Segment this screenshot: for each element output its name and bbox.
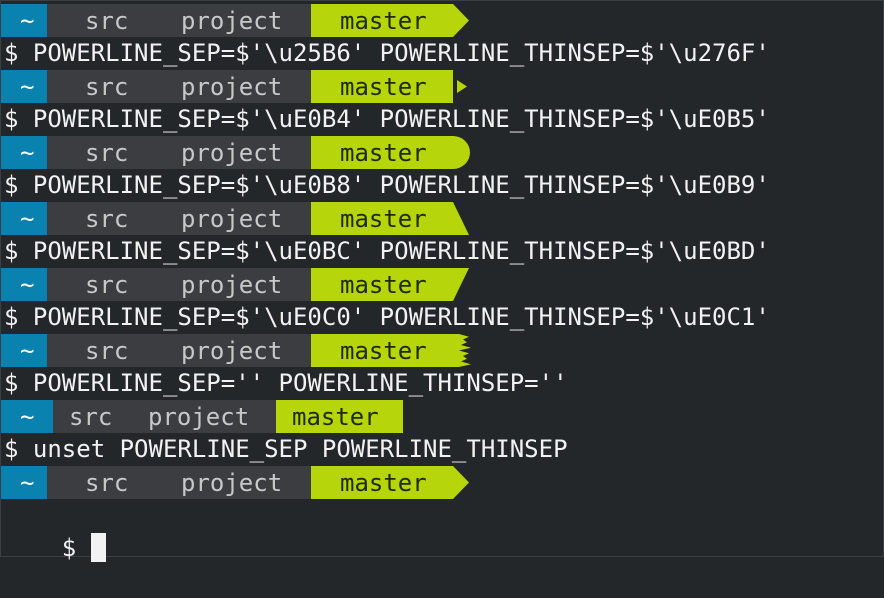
powerline-prompt: ~ src project master	[1, 136, 470, 169]
powerline-prompt: ❯~srcprojectmaster	[1, 70, 467, 103]
path-dir-label: project	[181, 337, 282, 365]
powerline-prompt: ~ src project master	[1, 466, 469, 499]
path-dir-label: project	[181, 205, 282, 233]
command-line: $ POWERLINE_SEP=$'\uE0C0' POWERLINE_THIN…	[4, 303, 770, 331]
text-cursor[interactable]	[90, 532, 106, 562]
path-dir-label: project	[148, 403, 249, 431]
powerline-prompt: ~ src project master	[1, 4, 469, 37]
terminal-window[interactable]: ~ src project master $ POWERLINE_SEP=$'\u25…	[0, 0, 884, 562]
path-dir-label: src	[85, 271, 128, 299]
branch-segment-label: master	[292, 403, 379, 431]
branch-segment-label: master	[340, 7, 427, 35]
home-segment-label: ~	[20, 469, 34, 497]
path-dir-label: src	[85, 337, 128, 365]
path-dir-label: project	[181, 271, 282, 299]
path-dir-label: project	[181, 73, 282, 101]
branch-segment-label: master	[340, 469, 427, 497]
final-prompt: $	[61, 534, 77, 562]
home-segment-label: ~	[20, 205, 34, 233]
home-segment-label: ~	[20, 7, 34, 35]
branch-segment-label: master	[340, 205, 427, 233]
home-segment-label: ~	[20, 337, 34, 365]
powerline-prompt: ~ src project master	[1, 268, 469, 301]
command-line: $ POWERLINE_SEP=$'\uE0B8' POWERLINE_THIN…	[4, 171, 770, 199]
input-line[interactable]: $	[1, 499, 106, 562]
path-dir-label: src	[69, 403, 112, 431]
home-segment-label: ~	[20, 139, 34, 167]
home-segment-label: ~	[20, 403, 34, 431]
command-line: $ POWERLINE_SEP=$'\uE0BC' POWERLINE_THIN…	[4, 237, 770, 265]
command-line: $ POWERLINE_SEP=$'\u25B6' POWERLINE_THIN…	[4, 39, 770, 67]
powerline-prompt: ~ src project master	[1, 400, 403, 433]
home-segment-label: ~	[20, 73, 34, 101]
branch-segment-label: master	[340, 271, 427, 299]
path-dir-label: src	[85, 7, 128, 35]
path-dir-label: project	[181, 7, 282, 35]
path-dir-label: src	[85, 73, 128, 101]
branch-segment-label: master	[340, 337, 427, 365]
path-dir-label: project	[181, 139, 282, 167]
path-dir-label: src	[85, 139, 128, 167]
branch-segment-label: master	[340, 73, 427, 101]
command-line: $ unset POWERLINE_SEP POWERLINE_THINSEP	[4, 435, 568, 463]
powerline-prompt: ~ src project master	[1, 202, 469, 235]
path-dir-label: src	[85, 205, 128, 233]
command-line: $ POWERLINE_SEP='' POWERLINE_THINSEP=''	[4, 369, 568, 397]
branch-segment-label: master	[340, 139, 427, 167]
home-segment-label: ~	[20, 271, 34, 299]
powerline-prompt: ~ src project master	[1, 334, 471, 367]
path-dir-label: project	[181, 469, 282, 497]
path-dir-label: src	[85, 469, 128, 497]
command-line: $ POWERLINE_SEP=$'\uE0B4' POWERLINE_THIN…	[4, 105, 770, 133]
